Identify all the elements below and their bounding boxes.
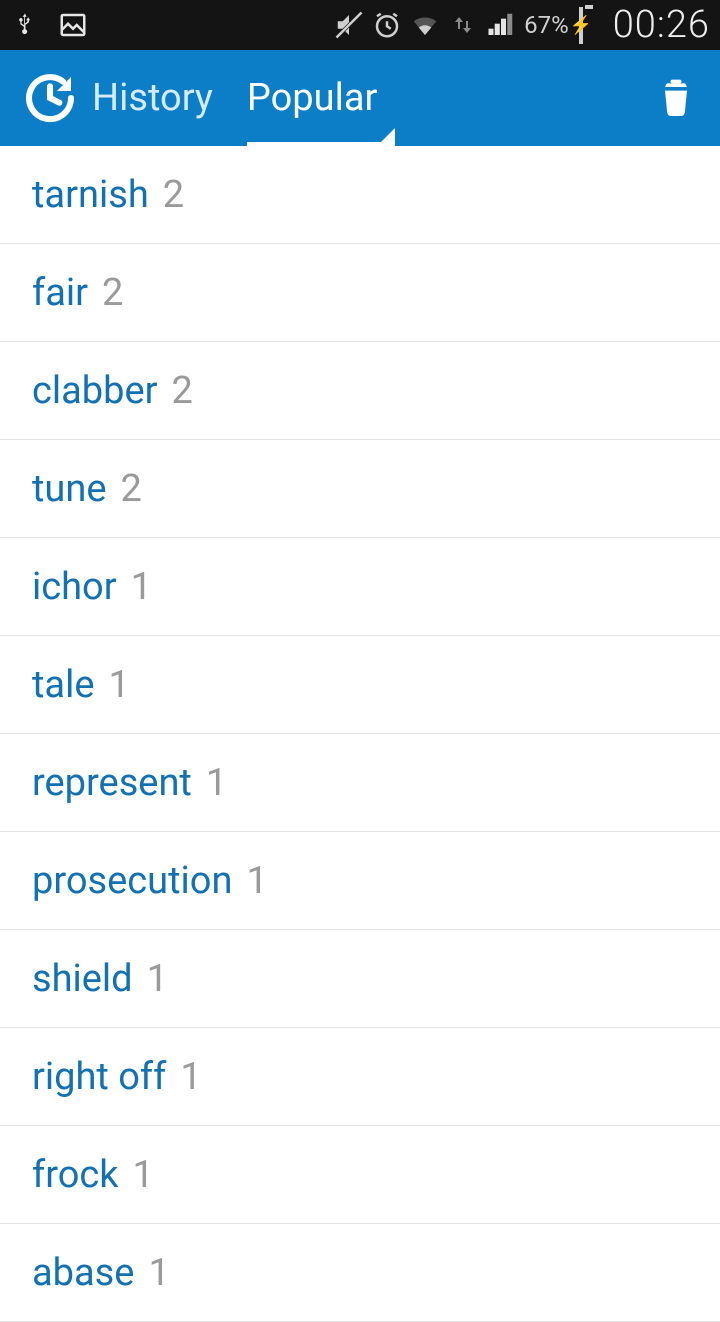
android-status-bar: 67% ⚡ 00:26 <box>0 0 720 50</box>
word-label: right off <box>32 1055 166 1099</box>
list-item[interactable]: fair 2 <box>0 244 720 342</box>
tab-label: History <box>92 76 213 120</box>
word-list[interactable]: tarnish2fair2clabber2tune2ichor1tale1rep… <box>0 146 720 1322</box>
word-count: 1 <box>206 761 227 805</box>
word-label: fair <box>32 271 88 315</box>
history-clock-icon[interactable] <box>22 70 78 126</box>
word-count: 2 <box>121 467 142 511</box>
list-item[interactable]: clabber 2 <box>0 342 720 440</box>
word-count: 1 <box>133 1153 154 1197</box>
word-count: 1 <box>147 957 168 1001</box>
list-item[interactable]: represent 1 <box>0 734 720 832</box>
word-count: 1 <box>148 1251 169 1295</box>
list-item[interactable]: abase 1 <box>0 1224 720 1322</box>
alarm-icon <box>372 10 402 40</box>
picture-icon <box>58 10 88 40</box>
word-count: 1 <box>180 1055 201 1099</box>
battery-percent-label: 67% <box>524 11 569 39</box>
word-count: 1 <box>131 565 152 609</box>
tab-label: Popular <box>247 76 377 120</box>
clock-label: 00:26 <box>613 3 710 47</box>
tab-history[interactable]: History <box>92 50 213 146</box>
word-count: 1 <box>109 663 130 707</box>
list-item[interactable]: tune 2 <box>0 440 720 538</box>
delete-button[interactable] <box>654 76 698 120</box>
usb-icon <box>10 10 40 40</box>
word-count: 1 <box>246 859 267 903</box>
word-count: 2 <box>102 271 123 315</box>
word-label: frock <box>32 1153 119 1197</box>
signal-icon <box>486 10 516 40</box>
battery-charging-icon: ⚡ <box>579 9 599 41</box>
word-label: abase <box>32 1251 134 1295</box>
list-item[interactable]: tarnish 2 <box>0 146 720 244</box>
list-item[interactable]: frock 1 <box>0 1126 720 1224</box>
app-bar: History Popular <box>0 50 720 146</box>
list-item[interactable]: prosecution 1 <box>0 832 720 930</box>
word-count: 2 <box>163 173 184 217</box>
list-item[interactable]: shield 1 <box>0 930 720 1028</box>
list-item[interactable]: ichor 1 <box>0 538 720 636</box>
word-label: prosecution <box>32 859 232 903</box>
word-label: clabber <box>32 369 158 413</box>
tab-popular[interactable]: Popular <box>247 50 377 146</box>
word-count: 2 <box>172 369 193 413</box>
word-label: tale <box>32 663 95 707</box>
word-label: ichor <box>32 565 117 609</box>
data-sync-icon <box>448 10 478 40</box>
list-item[interactable]: right off 1 <box>0 1028 720 1126</box>
word-label: tarnish <box>32 173 149 217</box>
wifi-icon <box>410 10 440 40</box>
spinner-corner-icon <box>377 128 395 146</box>
list-item[interactable]: tale 1 <box>0 636 720 734</box>
word-label: represent <box>32 761 192 805</box>
word-label: shield <box>32 957 133 1001</box>
word-label: tune <box>32 467 107 511</box>
mute-icon <box>334 10 364 40</box>
